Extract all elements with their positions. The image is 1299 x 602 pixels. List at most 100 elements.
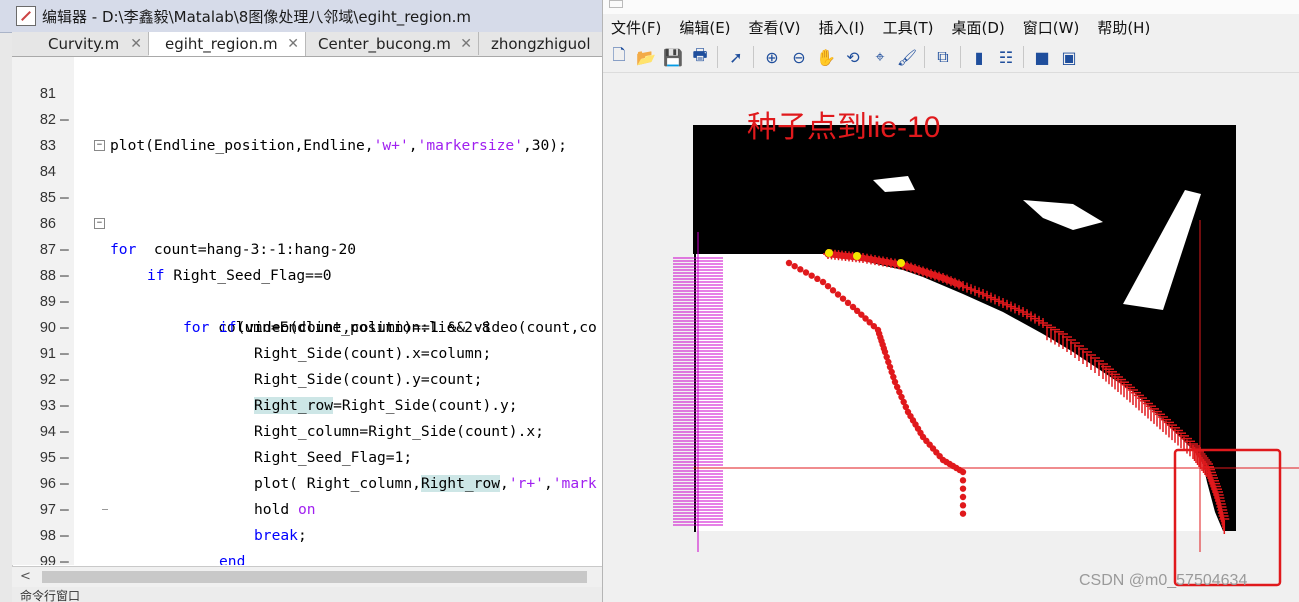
tab-zhongzhiguol[interactable]: zhongzhiguol [479, 32, 601, 55]
code-line-85[interactable]: 85 [12, 159, 602, 206]
data-cursor-icon[interactable]: ⌖ [869, 46, 891, 68]
code-line-84[interactable]: 84 — − for count=hang-3:-1:hang-20 [12, 133, 602, 258]
red-edge-dot [959, 502, 967, 509]
zoom-in-icon[interactable]: ⊕ [761, 46, 783, 68]
code-line-86[interactable]: 86 — if Right_Seed_Flag==0 [12, 185, 602, 284]
menu-help[interactable]: 帮助(H) [1097, 17, 1150, 38]
pan-hand-icon[interactable]: ✋ [815, 46, 837, 68]
scrollbar-thumb[interactable] [42, 571, 587, 583]
colorbar-icon[interactable]: ▮ [968, 46, 990, 68]
figure-canvas[interactable]: 种子点到lie-10 CSDN @m0_57504634 [603, 72, 1299, 602]
red-edge-dot [808, 272, 815, 279]
fold-toggle[interactable]: − [94, 140, 105, 151]
yellow-seed-dot [825, 249, 833, 257]
code-line-91[interactable]: 91 — Right_row=Right_Side(count).y; [12, 315, 602, 414]
plot-image [673, 125, 1299, 587]
toolbar-separator [924, 46, 925, 68]
red-edge-dot [797, 266, 804, 273]
code-area[interactable]: 81 — plot(Endline_position,Endline,'w+',… [12, 57, 602, 565]
figure-toolbar: 🗋 📂 💾 🖶 ➚ ⊕ ⊖ ✋ ⟲ ⌖ 🖌 ⧉ ▮ ☷ ■ ▣ [603, 42, 1299, 73]
tab-label: egiht_region.m [165, 35, 278, 53]
code-line-90[interactable]: 90 — Right_Side(count).y=count; [12, 289, 602, 388]
toolbar-separator [717, 46, 718, 68]
menu-edit[interactable]: 编辑(E) [679, 17, 730, 38]
code-line-89[interactable]: 89 — Right_Side(count).x=column; [12, 263, 602, 362]
code-line-99[interactable]: 99 — end [12, 523, 602, 565]
toolbar-separator [753, 46, 754, 68]
figure-titlebar [603, 0, 1299, 14]
zoom-out-icon[interactable]: ⊖ [788, 46, 810, 68]
link-plot-icon[interactable]: ⧉ [932, 46, 954, 68]
figure-window: 文件(F) 编辑(E) 查看(V) 插入(I) 工具(T) 桌面(D) 窗口(W… [603, 0, 1299, 602]
tab-egiht-region[interactable]: egiht_region.m ✕ [149, 32, 306, 56]
editor-tabbar: Curvity.m ✕ egiht_region.m ✕ Center_buco… [12, 32, 602, 57]
watermark: CSDN @m0_57504634 [1079, 572, 1248, 589]
code-line-88[interactable]: 88 — if(video(count,column)==1 && video(… [12, 237, 602, 336]
tab-label: Center_bucong.m [318, 34, 451, 53]
print-icon[interactable]: 🖶 [689, 45, 711, 68]
code-line-93[interactable]: 93 — Right_Seed_Flag=1; [12, 367, 602, 466]
red-edge-dot [959, 477, 967, 484]
red-edge-dot [819, 278, 827, 286]
code-line-97[interactable]: 97 — end [12, 471, 602, 565]
command-window-title: 命令行窗口 [12, 587, 602, 602]
red-edge-dot [959, 468, 967, 476]
menu-view[interactable]: 查看(V) [749, 17, 801, 38]
tab-center-bucong[interactable]: Center_bucong.m ✕ [306, 32, 479, 55]
menu-insert[interactable]: 插入(I) [819, 17, 865, 38]
legend-icon[interactable]: ☷ [995, 46, 1017, 68]
code-line-96[interactable]: 96 — break; [12, 445, 602, 544]
code-line-94[interactable]: 94 — plot( Right_column,Right_row,'r+','… [12, 393, 602, 492]
tab-label: zhongzhiguol [491, 34, 591, 53]
red-edge-dot [844, 299, 852, 307]
show-plot-tools-icon[interactable]: ▣ [1058, 46, 1080, 68]
pointer-icon[interactable]: ➚ [725, 46, 747, 68]
menu-desktop[interactable]: 桌面(D) [952, 17, 1005, 38]
red-edge-dot [824, 282, 832, 290]
menu-file[interactable]: 文件(F) [611, 17, 661, 38]
red-edge-dot [829, 287, 837, 294]
red-edge-dot [791, 262, 798, 270]
red-edge-dot [834, 291, 842, 298]
save-icon[interactable]: 💾 [662, 46, 684, 68]
brush-icon[interactable]: 🖌 [896, 46, 918, 68]
scroll-left-icon[interactable]: < [20, 569, 31, 584]
yellow-seed-dot [897, 259, 905, 267]
figure-window-icon [609, 0, 623, 8]
fold-toggle[interactable]: − [94, 218, 105, 229]
code-line-83[interactable]: 83 [12, 107, 602, 154]
red-edge-dot [839, 295, 847, 302]
plot-annotation: 种子点到lie-10 [747, 111, 941, 144]
new-figure-icon[interactable]: 🗋 [608, 45, 630, 68]
code-line-81[interactable]: 81 — plot(Endline_position,Endline,'w+',… [12, 57, 602, 154]
yellow-seed-dot [853, 252, 861, 260]
red-marker-dot [955, 280, 963, 288]
code-line-87[interactable]: 87 — − for column=Endline_position:lie-2… [12, 211, 602, 336]
horizontal-scrollbar[interactable]: < [12, 566, 602, 587]
rotate-3d-icon[interactable]: ⟲ [842, 46, 864, 68]
red-edge-dot [959, 485, 967, 492]
red-edge-dot [814, 275, 821, 283]
toolbar-separator [960, 46, 961, 68]
open-file-icon[interactable]: 📂 [635, 46, 657, 68]
code-line-98[interactable]: 98 — end [12, 497, 602, 565]
editor-titlebar: 编辑器 - D:\李鑫毅\Matalab\8图像处理八邻域\egiht_regi… [0, 0, 602, 33]
red-edge-dot [802, 269, 810, 276]
code-line-95[interactable]: 95 — hold on [12, 419, 602, 518]
editor-title: 编辑器 - D:\李鑫毅\Matalab\8图像处理八邻域\egiht_regi… [42, 7, 472, 26]
code-line-82[interactable]: 82 [12, 81, 602, 128]
red-edge-dot [785, 259, 793, 267]
hide-plot-tools-icon[interactable]: ■ [1031, 46, 1053, 68]
menu-tools[interactable]: 工具(T) [883, 17, 934, 38]
fold-end-marker [102, 509, 108, 510]
menu-window[interactable]: 窗口(W) [1023, 17, 1080, 38]
editor-window: 编辑器 - D:\李鑫毅\Matalab\8图像处理八邻域\egiht_regi… [0, 0, 603, 602]
tab-curvity[interactable]: Curvity.m ✕ [12, 32, 149, 55]
close-icon[interactable]: ✕ [460, 36, 472, 52]
close-icon[interactable]: ✕ [130, 36, 142, 52]
code-line-92[interactable]: 92 — Right_column=Right_Side(count).x; [12, 341, 602, 440]
close-icon[interactable]: ✕ [287, 36, 299, 52]
code-line-100[interactable]: 100 [12, 549, 602, 565]
toolbar-separator [1023, 46, 1024, 68]
tab-label: Curvity.m [48, 34, 120, 53]
